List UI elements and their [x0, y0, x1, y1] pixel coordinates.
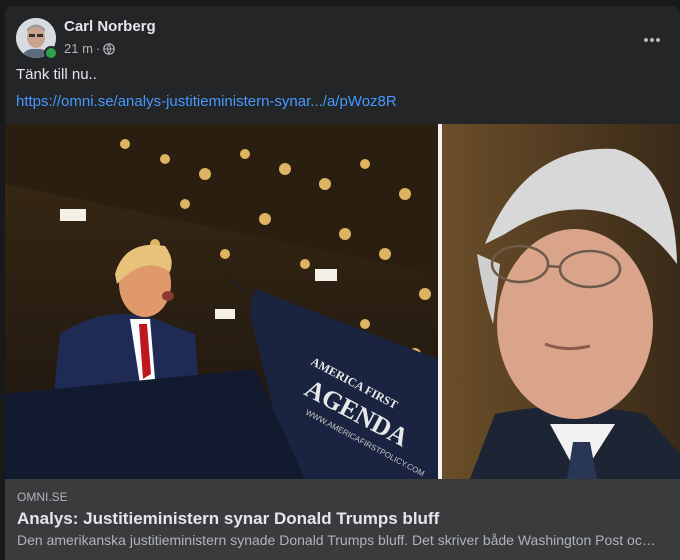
post-time[interactable]: 21 m [64, 41, 93, 56]
link-preview-card[interactable]: OMNI.SE Analys: Justitieministern synar … [5, 479, 680, 560]
more-horizontal-icon [644, 38, 660, 42]
composite-photo: AMERICA FIRST AGENDA WWW.AMERICAFIRSTPOL… [5, 124, 680, 479]
link-preview-image[interactable]: AMERICA FIRST AGENDA WWW.AMERICAFIRSTPOL… [5, 124, 680, 479]
post-meta: 21 m · [64, 41, 116, 56]
post-header: Carl Norberg 21 m · [5, 6, 680, 64]
post-text: Tänk till nu.. [16, 66, 97, 83]
more-options-button[interactable] [634, 22, 670, 58]
post-link[interactable]: https://omni.se/analys-justitieministern… [16, 93, 397, 110]
preview-domain: OMNI.SE [17, 490, 68, 504]
online-status-dot [44, 46, 58, 60]
post-card: Carl Norberg 21 m · Tänk till nu.. https… [5, 6, 680, 560]
preview-description: Den amerikanska justitieministern synade… [17, 532, 657, 548]
globe-icon[interactable] [103, 42, 116, 55]
author-name[interactable]: Carl Norberg [64, 18, 156, 35]
preview-title[interactable]: Analys: Justitieministern synar Donald T… [17, 509, 439, 529]
meta-separator: · [95, 41, 101, 56]
